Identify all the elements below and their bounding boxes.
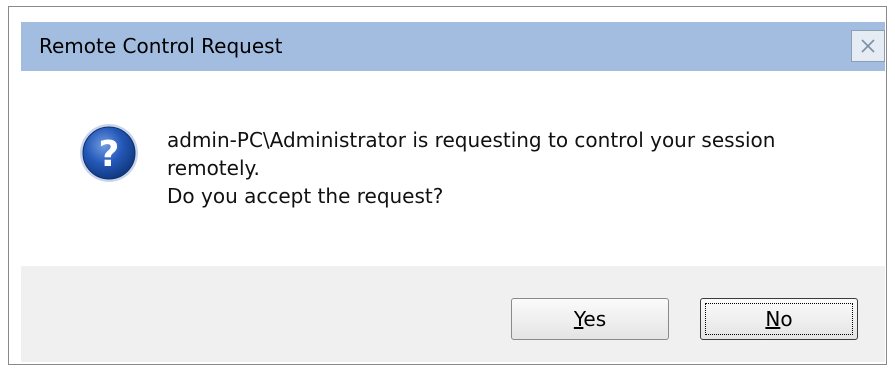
question-icon: ? xyxy=(80,124,138,182)
yes-button[interactable]: Yes xyxy=(511,298,669,340)
request-message: admin-PC\Administrator is requesting to … xyxy=(167,126,775,210)
close-icon xyxy=(861,39,875,53)
message-line: Do you accept the request? xyxy=(167,184,444,208)
no-button[interactable]: No xyxy=(700,298,858,340)
no-button-label: No xyxy=(765,307,793,331)
message-area: ? admin-PC\Administrator is requesting t… xyxy=(21,71,885,266)
remote-control-request-dialog: Remote Control Request ? admin-PC\Admini… xyxy=(8,6,887,365)
yes-button-label: Yes xyxy=(573,307,607,331)
close-button[interactable] xyxy=(851,30,885,62)
button-bar: Yes No xyxy=(21,266,885,362)
dialog-title: Remote Control Request xyxy=(39,34,283,58)
message-line: admin-PC\Administrator is requesting to … xyxy=(167,128,776,152)
svg-text:?: ? xyxy=(99,134,120,175)
message-line: remotely. xyxy=(167,156,260,180)
title-bar[interactable]: Remote Control Request xyxy=(21,22,885,71)
screen: Remote Control Request ? admin-PC\Admini… xyxy=(0,0,895,371)
